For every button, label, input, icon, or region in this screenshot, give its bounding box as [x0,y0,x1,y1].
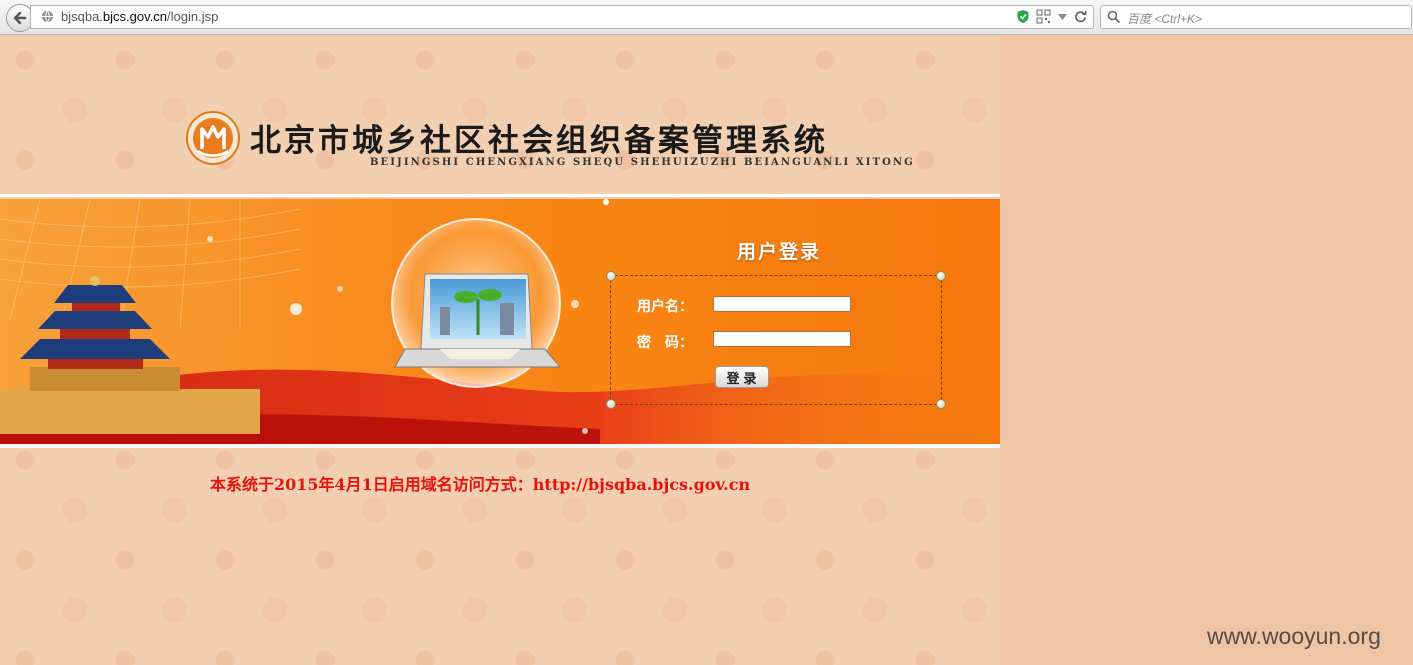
reload-icon[interactable] [1074,10,1087,23]
browser-toolbar: bjsqba.bjcs.gov.cn/login.jsp 百度 <Ctrl+K> [0,0,1413,35]
corner-dot [936,271,946,281]
url-bar[interactable]: bjsqba.bjcs.gov.cn/login.jsp [30,5,1094,29]
username-input[interactable] [713,296,851,312]
domain-notice: 本系统于2015年4月1日启用域名访问方式：http://bjsqba.bjcs… [210,475,751,494]
login-banner: 用户登录 用户名： 密 码： 登录 [0,199,1000,444]
divider [0,194,1000,197]
username-label: 用户名： [637,299,693,315]
divider [0,444,1000,448]
header: 北京市城乡社区社会组织备案管理系统 BEIJINGSHI CHENGXIANG … [0,35,1000,195]
site-title: 北京市城乡社区社会组织备案管理系统 [250,123,828,159]
search-box[interactable]: 百度 <Ctrl+K> [1100,5,1412,29]
globe-icon [41,10,54,23]
shield-icon[interactable] [1016,9,1030,24]
dropdown-arrow-icon[interactable] [1057,12,1068,21]
url-text: bjsqba.bjcs.gov.cn/login.jsp [61,9,219,24]
login-button[interactable]: 登录 [715,366,769,388]
password-label: 密 码： [637,335,693,351]
corner-dot [606,399,616,409]
password-input[interactable] [713,331,851,347]
watermark: www.wooyun.org [1207,623,1381,649]
page-content: 北京市城乡社区社会组织备案管理系统 BEIJINGSHI CHENGXIANG … [0,35,1000,665]
temple-icon [0,276,260,434]
login-title: 用户登录 [737,241,822,263]
qrcode-icon[interactable] [1036,9,1051,24]
corner-dot [606,271,616,281]
back-arrow-icon [13,11,27,25]
login-form: 用户名： 密 码： 登录 [606,271,946,409]
site-subtitle: BEIJINGSHI CHENGXIANG SHEQU SHEHUIZUZHI … [370,157,915,168]
search-placeholder: 百度 <Ctrl+K> [1127,12,1203,26]
civil-affairs-logo-icon [186,111,240,165]
search-icon [1107,10,1121,24]
corner-dot [936,399,946,409]
